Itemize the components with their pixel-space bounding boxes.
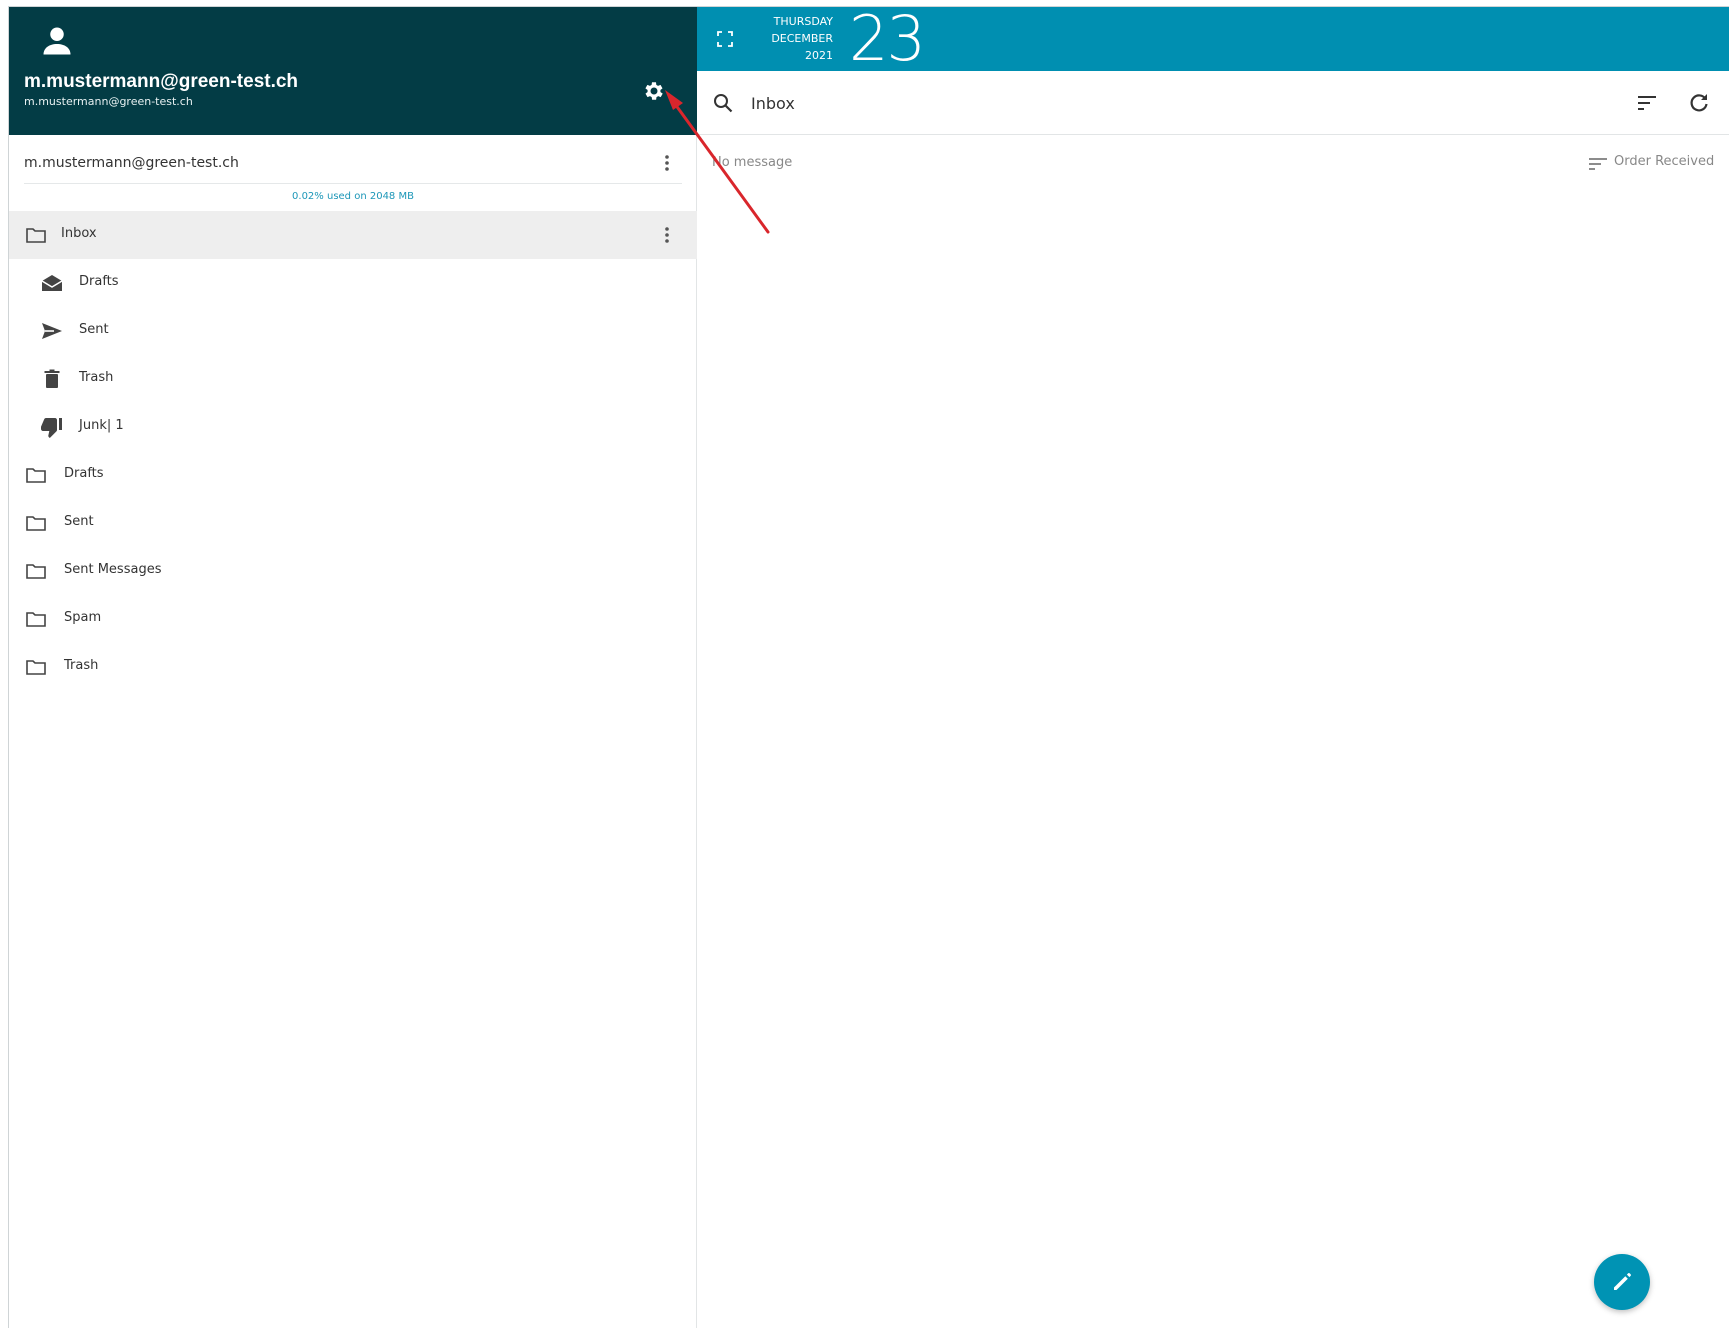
- sort-icon[interactable]: [1635, 91, 1659, 115]
- quota-text: 0.02% used on 2048 MB: [292, 191, 414, 202]
- compose-button[interactable]: [1594, 1254, 1650, 1310]
- date-text: THURSDAY DECEMBER 2021: [757, 13, 833, 64]
- date-year: 2021: [805, 49, 833, 62]
- more-vert-icon[interactable]: [657, 151, 677, 175]
- folder-icon: [26, 612, 46, 627]
- trash-icon: [44, 369, 60, 388]
- folder-sent[interactable]: Sent: [9, 499, 697, 547]
- folder-label: Drafts: [64, 466, 104, 481]
- thumb-down-icon: [41, 418, 62, 438]
- folder-icon: [26, 564, 46, 579]
- order-label: Order Received: [1614, 154, 1715, 169]
- folder-spam[interactable]: Spam: [9, 595, 697, 643]
- more-vert-icon[interactable]: [657, 223, 677, 247]
- folder-icon: [26, 468, 46, 483]
- folder-icon: [26, 660, 46, 675]
- folder-sent-messages[interactable]: Sent Messages: [9, 547, 697, 595]
- search-input[interactable]: [749, 89, 1509, 117]
- folder-icon: [26, 516, 46, 531]
- folder-inbox-trash[interactable]: Trash: [9, 355, 697, 403]
- refresh-icon[interactable]: [1687, 91, 1711, 115]
- account-display-name: m.mustermann@green-test.ch: [24, 71, 299, 92]
- quota-divider: [24, 183, 682, 184]
- folder-inbox-drafts[interactable]: Drafts: [9, 259, 697, 307]
- person-icon: [43, 27, 71, 55]
- folder-label: Trash: [64, 658, 99, 673]
- fullscreen-icon[interactable]: [715, 29, 735, 49]
- account-row-email: m.mustermann@green-test.ch: [24, 155, 239, 171]
- folder-label: Sent Messages: [64, 562, 162, 577]
- account-email: m.mustermann@green-test.ch: [24, 95, 193, 108]
- drafts-icon: [41, 275, 63, 291]
- folder-label: Trash: [79, 370, 114, 385]
- sort-icon: [1589, 158, 1607, 170]
- folder-label: Spam: [64, 610, 102, 625]
- folder-icon: [26, 228, 46, 243]
- date-month: DECEMBER: [771, 32, 833, 45]
- send-icon: [42, 323, 62, 339]
- folder-inbox[interactable]: Inbox: [9, 211, 697, 259]
- folder-label: Sent: [64, 514, 94, 529]
- folder-trash[interactable]: Trash: [9, 643, 697, 691]
- pencil-icon: [1614, 1273, 1631, 1290]
- folder-label: Junk| 1: [79, 418, 124, 433]
- folder-drafts[interactable]: Drafts: [9, 451, 697, 499]
- folder-inbox-sent[interactable]: Sent: [9, 307, 697, 355]
- gear-icon[interactable]: [642, 79, 666, 103]
- sidebar: m.mustermann@green-test.ch m.mustermann@…: [9, 7, 697, 1328]
- date-bar: THURSDAY DECEMBER 2021 23: [697, 3, 1729, 75]
- date-day: 23: [849, 2, 926, 75]
- empty-list-text: No message: [712, 155, 793, 170]
- date-weekday: THURSDAY: [773, 15, 833, 28]
- folder-label: Drafts: [79, 274, 119, 289]
- account-header: m.mustermann@green-test.ch m.mustermann@…: [9, 7, 697, 135]
- folder-label: Sent: [79, 322, 109, 337]
- folder-inbox-junk[interactable]: Junk| 1: [9, 403, 697, 451]
- search-bar: [697, 71, 1729, 135]
- folder-label: Inbox: [61, 226, 97, 241]
- search-icon: [714, 94, 733, 113]
